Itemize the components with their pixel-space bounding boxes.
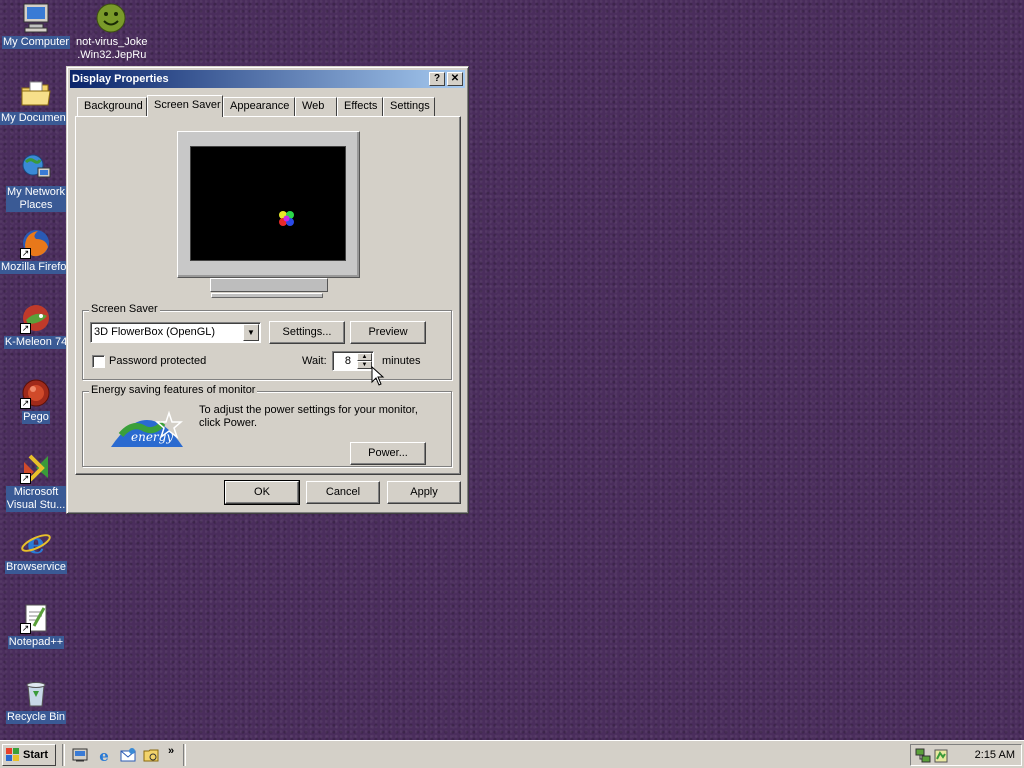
desktop-icon-label: My Documents: [0, 112, 76, 125]
internet-explorer-icon[interactable]: e: [96, 747, 112, 765]
explorer-icon[interactable]: [143, 747, 159, 763]
energy-group-title: Energy saving features of monitor: [89, 384, 258, 397]
system-tray: 2:15 AM: [910, 744, 1022, 766]
smiley-icon: [95, 2, 127, 34]
tab-effects[interactable]: Effects: [337, 97, 383, 116]
title-bar[interactable]: Display Properties ? ✕: [70, 70, 465, 88]
recycle-bin-icon: [20, 677, 52, 709]
desktop-icon-label: Microsoft Visual Stu...: [5, 486, 67, 512]
internet-explorer-icon: e: [20, 527, 52, 560]
desktop-icon-browservice[interactable]: e Browservice: [0, 527, 72, 574]
shortcut-arrow-icon: ↗: [20, 248, 31, 259]
desktop-icon-joke[interactable]: not-virus_Joke .Win32.JepRu: [75, 2, 148, 62]
network-icon: [20, 152, 52, 184]
desktop-icon-label: My Computer: [1, 36, 71, 49]
start-button[interactable]: Start: [2, 744, 56, 766]
desktop-icon-label: Notepad++: [7, 636, 65, 649]
dropdown-arrow-icon[interactable]: ▼: [243, 324, 259, 341]
firefox-icon: ↗: [20, 227, 52, 259]
tab-appearance[interactable]: Appearance: [223, 97, 295, 116]
taskbar-clock[interactable]: 2:15 AM: [975, 749, 1015, 761]
wait-minutes-input[interactable]: 8 ▲ ▼: [332, 351, 374, 371]
taskbar-separator: [183, 744, 186, 766]
desktop-icon-firefox[interactable]: ↗ Mozilla Firefox: [0, 227, 73, 274]
desktop-icon-recycle-bin[interactable]: Recycle Bin: [0, 677, 72, 724]
desktop-icon-kmeleon[interactable]: ↗ K-Meleon 74: [0, 302, 72, 349]
screen-saver-group: Screen Saver 3D FlowerBox (OpenGL) ▼ Set…: [82, 303, 452, 380]
monitor-preview: [177, 131, 360, 278]
desktop-icon-label: Recycle Bin: [5, 711, 67, 724]
preview-button[interactable]: Preview: [350, 321, 426, 344]
desktop-icon-notepadpp[interactable]: ↗ Notepad++: [0, 602, 72, 649]
display-properties-dialog: Display Properties ? ✕ Background Screen…: [66, 66, 469, 514]
help-button[interactable]: ?: [429, 72, 445, 86]
minutes-label: minutes: [382, 355, 421, 367]
taskbar-separator: [62, 744, 65, 766]
shortcut-arrow-icon: ↗: [20, 323, 31, 334]
screen-saver-panel: Screen Saver 3D FlowerBox (OpenGL) ▼ Set…: [75, 116, 461, 475]
wait-label: Wait:: [302, 355, 327, 367]
shortcut-arrow-icon: ↗: [20, 623, 31, 634]
kmeleon-icon: ↗: [20, 302, 52, 334]
taskbar: Start e » 2:15 AM: [0, 740, 1024, 768]
spin-down-icon[interactable]: ▼: [357, 361, 372, 369]
tab-screen-saver[interactable]: Screen Saver: [147, 95, 223, 117]
tab-web[interactable]: Web: [295, 97, 337, 116]
notepadpp-icon: ↗: [20, 602, 52, 634]
desktop-icon-label: K-Meleon 74: [3, 336, 69, 349]
mouse-cursor-icon: [371, 365, 385, 386]
pego-icon: ↗: [20, 377, 52, 409]
flowerbox-icon: [279, 211, 294, 226]
windows-logo-icon: [6, 748, 21, 762]
folder-icon: [20, 78, 52, 110]
tray-app-icon[interactable]: [933, 748, 949, 764]
desktop-icon-pego[interactable]: ↗ Pego: [0, 377, 72, 424]
desktop-icon-my-documents[interactable]: My Documents: [0, 78, 76, 125]
password-protected-label: Password protected: [109, 355, 207, 367]
desktop-icon-label: My Network Places: [5, 186, 67, 212]
desktop-icon-network[interactable]: My Network Places: [0, 152, 72, 212]
visual-studio-icon: ↗: [20, 452, 52, 484]
power-button[interactable]: Power...: [350, 442, 426, 465]
screen-saver-select[interactable]: 3D FlowerBox (OpenGL) ▼: [90, 322, 261, 343]
wait-minutes-value: 8: [344, 355, 351, 367]
my-computer-icon: [20, 2, 52, 34]
settings-button[interactable]: Settings...: [269, 321, 345, 344]
network-tray-icon[interactable]: [915, 748, 931, 764]
desktop-icon-label: Pego: [22, 411, 50, 424]
desktop-icon-visual-studio[interactable]: ↗ Microsoft Visual Stu...: [0, 452, 72, 512]
shortcut-arrow-icon: ↗: [20, 398, 31, 409]
monitor-foot: [211, 293, 323, 298]
tab-settings[interactable]: Settings: [383, 97, 435, 116]
preview-screen: [190, 146, 346, 261]
start-label: Start: [23, 749, 49, 761]
energy-description: To adjust the power settings for your mo…: [199, 404, 418, 429]
apply-button[interactable]: Apply: [387, 481, 461, 504]
energy-group: Energy saving features of monitor energy…: [82, 384, 452, 467]
dialog-title: Display Properties: [72, 73, 169, 85]
tab-background[interactable]: Background: [77, 97, 147, 116]
password-protected-checkbox[interactable]: [92, 355, 105, 368]
desktop-icon-label: not-virus_Joke .Win32.JepRu: [76, 36, 148, 61]
energy-star-logo: energy: [111, 403, 184, 447]
desktop-icon-label: Browservice: [5, 561, 67, 574]
cancel-button[interactable]: Cancel: [306, 481, 380, 504]
spin-up-icon[interactable]: ▲: [357, 353, 372, 361]
outlook-express-icon[interactable]: [120, 747, 136, 763]
svg-text:e: e: [99, 747, 109, 763]
quick-launch-chevron[interactable]: »: [168, 745, 174, 757]
ok-button[interactable]: OK: [224, 480, 300, 505]
screen-saver-selected-value: 3D FlowerBox (OpenGL): [94, 326, 216, 338]
screen-saver-group-title: Screen Saver: [89, 303, 160, 316]
shortcut-arrow-icon: ↗: [20, 473, 31, 484]
desktop-icon-my-computer[interactable]: My Computer: [0, 2, 72, 49]
svg-text:e: e: [27, 527, 45, 559]
close-button[interactable]: ✕: [447, 72, 463, 86]
show-desktop-icon[interactable]: [72, 747, 88, 763]
desktop-icon-label: Mozilla Firefox: [0, 261, 73, 274]
monitor-stand: [210, 278, 328, 292]
